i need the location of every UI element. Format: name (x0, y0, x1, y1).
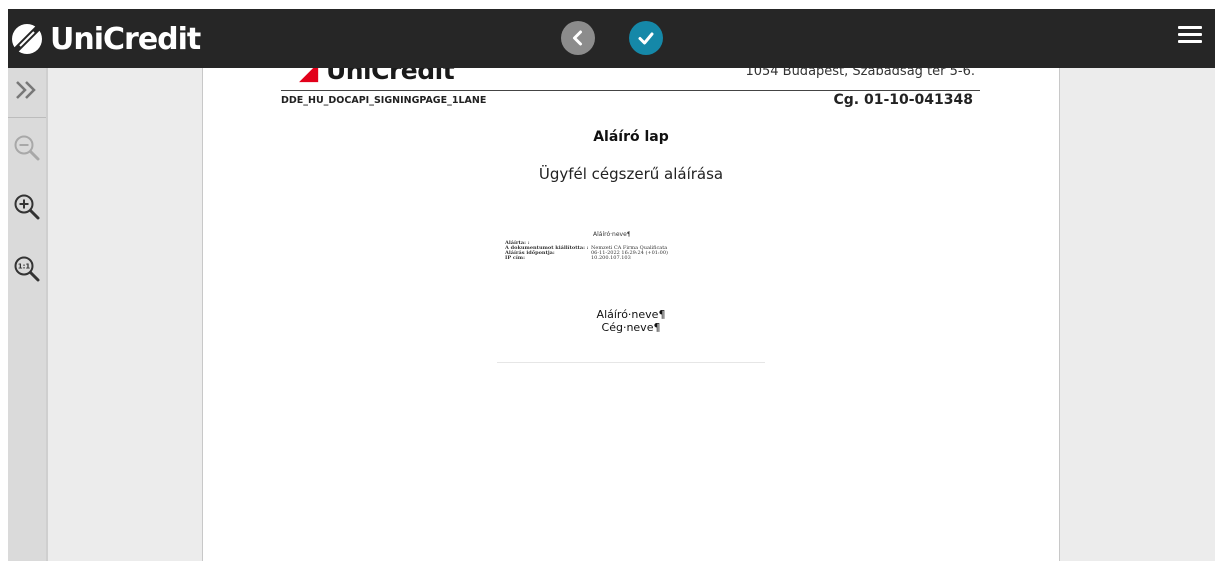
unicredit-logo-icon (12, 24, 42, 54)
back-button[interactable] (561, 21, 595, 55)
checkmark-icon (638, 32, 654, 45)
expand-panel-button[interactable] (8, 68, 46, 112)
expand-double-chevron-icon (16, 81, 36, 99)
confirm-button[interactable] (629, 21, 663, 55)
zoom-actual-size-button[interactable]: 1:1 (8, 247, 46, 291)
company-name: Cég·neve¶ (601, 321, 661, 334)
zoom-out-button[interactable] (8, 126, 46, 170)
logo-text: UniCredit (50, 21, 201, 57)
bank-address: 1054 Budapest, Szabadság tér 5-6. (745, 68, 975, 79)
stamp-row: IP cím: 10.200.107.103 (505, 255, 631, 261)
side-toolbar: 1:1 (8, 68, 48, 561)
document-logo: ◢ UniCredit (299, 68, 455, 85)
hamburger-menu-icon[interactable] (1178, 26, 1202, 50)
document-code: DDE_HU_DOCAPI_SIGNINGPAGE_1LANE (281, 95, 487, 106)
signer-block: Aláíró·neve¶ Cég·neve¶ (203, 308, 1059, 334)
stamp-signer-name: Aláíró·neve¶ (593, 231, 631, 238)
zoom-in-button[interactable] (8, 185, 46, 229)
document-page: ◢ UniCredit 1054 Budapest, Szabadság tér… (202, 68, 1060, 561)
unicredit-logo: UniCredit (10, 19, 201, 59)
signer-name: Aláíró·neve¶ (596, 308, 666, 321)
toolbar-divider (8, 117, 46, 118)
header-divider (281, 90, 980, 91)
chevron-left-icon (573, 30, 582, 46)
signature-line (497, 362, 765, 363)
svg-text:1:1: 1:1 (18, 263, 31, 271)
viewer-area: 1:1 ◢ UniCredit 1054 Budapest, Szabadság… (8, 68, 1215, 561)
zoom-in-icon (14, 194, 40, 220)
zoom-actual-size-icon: 1:1 (14, 256, 40, 282)
company-registration-number: Cg. 01-10-041348 (833, 92, 973, 108)
zoom-out-icon (14, 135, 40, 161)
signature-page-title: Aláíró lap (593, 129, 669, 145)
top-bar: UniCredit (8, 9, 1215, 68)
signature-page-subtitle: Ügyfél cégszerű aláírása (538, 165, 724, 183)
